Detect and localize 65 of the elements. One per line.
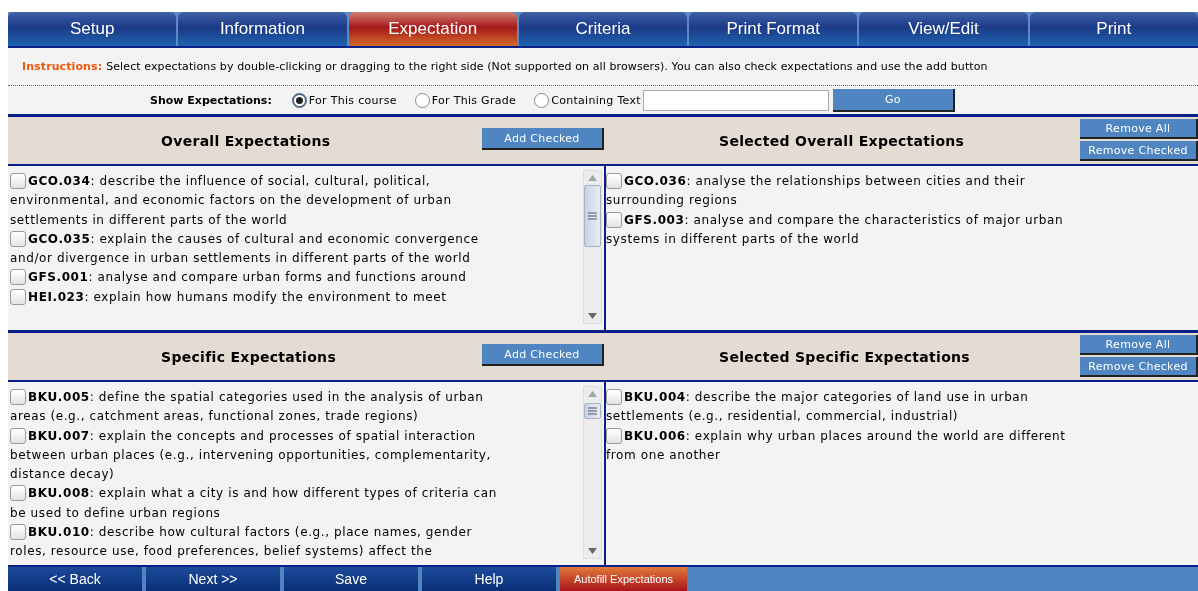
instructions-text: Select expectations by double-clicking or dragging to the right side (Not supported on all browsers). You can also check expectations and use the add button bbox=[106, 60, 988, 73]
radio-option[interactable]: For This Grade bbox=[414, 92, 517, 108]
scrollbar[interactable] bbox=[583, 170, 602, 324]
filter-label: Show Expectations: bbox=[150, 93, 272, 107]
section-title: Selected Overall Expectations bbox=[719, 132, 966, 149]
checkbox[interactable] bbox=[10, 524, 26, 541]
nav-button[interactable]: Save bbox=[284, 567, 418, 591]
scroll-down-icon[interactable] bbox=[588, 313, 597, 319]
tab[interactable]: Print Format bbox=[689, 12, 858, 46]
expectation-text[interactable]: GFS.003: analyse and compare the characteristics of major urban systems in different parts of the world bbox=[606, 210, 1076, 250]
tab[interactable]: View/Edit bbox=[859, 12, 1028, 46]
nav-button[interactable]: Help bbox=[422, 567, 556, 591]
add-checked-button[interactable]: Add Checked bbox=[482, 344, 604, 366]
autofill-button[interactable]: Autofill Expectations bbox=[560, 567, 687, 591]
radio-option[interactable]: For This course bbox=[291, 92, 397, 108]
scroll-down-icon[interactable] bbox=[588, 548, 597, 554]
radio-button[interactable] bbox=[414, 92, 430, 108]
checkbox[interactable] bbox=[10, 230, 26, 247]
expectation-text[interactable]: GCO.035: explain the causes of cultural and economic convergence and/or divergence in urban settlements in different parts of the world bbox=[10, 229, 510, 269]
add-checked-button[interactable]: Add Checked bbox=[482, 128, 604, 150]
remove-all-button[interactable]: Remove All bbox=[1080, 119, 1198, 139]
remove-checked-button[interactable]: Remove Checked bbox=[1080, 141, 1198, 161]
expectation-text[interactable]: BKU.007: explain the concepts and processes of spatial interaction between urban places (e.g., intervening opportunities, complementarity, distance decay) bbox=[10, 426, 510, 485]
tab[interactable]: Expectation bbox=[348, 12, 517, 46]
radio-button[interactable] bbox=[291, 92, 307, 108]
checkbox[interactable] bbox=[10, 389, 26, 405]
tab[interactable]: Print bbox=[1029, 12, 1198, 46]
expectation-text[interactable]: HEI.023: explain how humans modify the environment to meet bbox=[10, 287, 510, 308]
scroll-up-icon[interactable] bbox=[588, 175, 597, 181]
tab[interactable]: Criteria bbox=[518, 12, 688, 46]
expectation-text[interactable]: GCO.034: describe the influence of social, cultural, political, environmental, and economic factors on the development of urban settlements in different parts of the world bbox=[10, 172, 510, 230]
checkbox[interactable] bbox=[10, 173, 26, 189]
tab[interactable]: Setup bbox=[8, 12, 177, 46]
nav-button[interactable]: Next >> bbox=[146, 567, 280, 591]
grip-icon bbox=[588, 212, 597, 220]
expectation-text[interactable]: BKU.005: define the spatial categories used in the analysis of urban areas (e.g., catchment areas, functional zones, trade regions) bbox=[10, 388, 510, 427]
instructions-label: Instructions: bbox=[22, 60, 103, 73]
search-field[interactable] bbox=[642, 89, 829, 111]
grip-icon bbox=[588, 407, 597, 415]
checkbox[interactable] bbox=[10, 485, 26, 502]
checkbox[interactable] bbox=[10, 288, 26, 305]
checkbox[interactable] bbox=[10, 427, 26, 444]
radio-button[interactable] bbox=[534, 92, 550, 108]
section-title: Specific Expectations bbox=[161, 348, 338, 365]
scroll-up-icon[interactable] bbox=[588, 391, 597, 397]
remove-checked-button[interactable]: Remove Checked bbox=[1080, 357, 1198, 377]
section-title: Overall Expectations bbox=[161, 132, 332, 149]
checkbox[interactable] bbox=[606, 427, 622, 444]
radio-option[interactable]: Containing Text bbox=[534, 92, 641, 108]
tab[interactable]: Information bbox=[178, 12, 347, 46]
expectation-text[interactable]: BKU.010: describe how cultural factors (e.g., place names, gender roles, resource use, food preferences, belief systems) affect the bbox=[10, 523, 510, 562]
remove-all-button[interactable]: Remove All bbox=[1080, 335, 1198, 355]
checkbox[interactable] bbox=[606, 173, 622, 189]
expectation-text[interactable]: GFS.001: analyse and compare urban forms and functions around bbox=[10, 268, 510, 288]
expectation-text[interactable]: BKU.006: explain why urban places around the world are different from one another bbox=[606, 426, 1076, 466]
checkbox[interactable] bbox=[606, 211, 622, 228]
scrollbar[interactable] bbox=[583, 386, 602, 559]
expectation-text[interactable]: GCO.036: analyse the relationships between cities and their surrounding regions bbox=[606, 172, 1076, 211]
nav-button[interactable]: << Back bbox=[8, 567, 142, 591]
checkbox[interactable] bbox=[10, 269, 26, 286]
expectation-text[interactable]: BKU.004: describe the major categories of land use in urban settlements (e.g., residential, commercial, industrial) bbox=[606, 388, 1076, 427]
checkbox[interactable] bbox=[606, 389, 622, 405]
section-title: Selected Specific Expectations bbox=[719, 348, 971, 365]
expectation-text[interactable]: BKU.008: explain what a city is and how different types of criteria can be used to define urban regions bbox=[10, 484, 510, 524]
go-button[interactable]: Go bbox=[832, 88, 955, 112]
